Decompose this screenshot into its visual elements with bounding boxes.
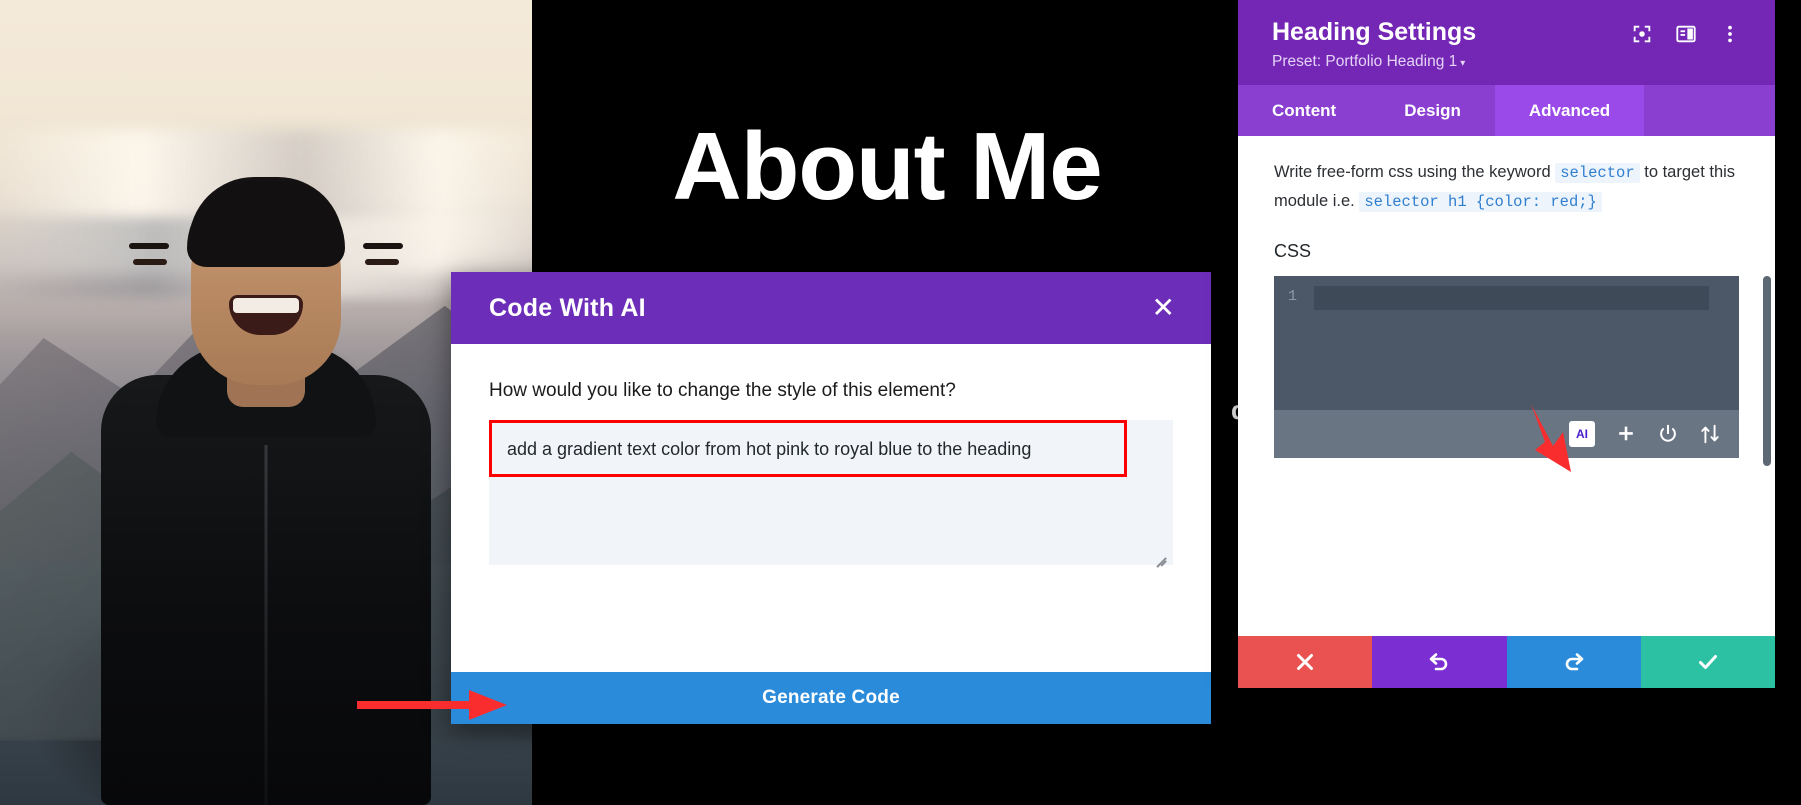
code-with-ai-modal: Code With AI ✕ How would you like to cha… (451, 272, 1211, 724)
css-code-area[interactable]: 1 (1274, 276, 1739, 410)
discard-button[interactable] (1238, 636, 1373, 688)
panel-header-actions (1631, 18, 1741, 45)
preset-selector[interactable]: Preset: Portfolio Heading 1 ▾ (1272, 53, 1741, 71)
preset-label: Preset: Portfolio Heading 1 (1272, 53, 1458, 70)
redo-button[interactable] (1506, 636, 1641, 688)
page-heading: About Me (672, 113, 1102, 220)
tab-content[interactable]: Content (1238, 85, 1370, 136)
photo-person-eye-left (133, 259, 167, 265)
arrow-to-generate-code (357, 690, 507, 720)
focus-module-icon[interactable] (1631, 23, 1653, 45)
help-text-part-1: Write free-form css using the keyword (1274, 163, 1551, 181)
close-icon (1297, 654, 1314, 670)
custom-css-help-text: Write free-form css using the keyword se… (1274, 158, 1739, 215)
panel-content: Write free-form css using the keyword se… (1238, 136, 1775, 636)
panel-tabs: Content Design Advanced (1238, 85, 1775, 136)
css-field-label: CSS (1274, 241, 1312, 262)
photo-person-zipper (264, 445, 268, 805)
ai-prompt-input[interactable] (489, 420, 1173, 565)
tab-design[interactable]: Design (1370, 85, 1495, 136)
help-code-chip-2: selector h1 {color: red;} (1359, 191, 1602, 212)
chevron-down-icon: ▾ (1460, 58, 1466, 69)
panel-header: Heading Settings Preset: Portfolio Headi… (1238, 0, 1775, 85)
photo-person-brow-right (363, 243, 403, 249)
heading-settings-panel: Heading Settings Preset: Portfolio Headi… (1238, 0, 1775, 688)
code-active-line (1314, 286, 1709, 311)
panel-scrollbar[interactable] (1763, 276, 1771, 466)
undo-icon (1430, 653, 1448, 671)
more-options-icon[interactable] (1719, 23, 1741, 45)
redo-icon (1565, 653, 1583, 671)
add-line-icon[interactable] (1615, 423, 1637, 445)
modal-body: How would you like to change the style o… (451, 344, 1211, 672)
help-code-chip-1: selector (1555, 163, 1640, 183)
modal-header: Code With AI ✕ (451, 272, 1211, 344)
power-toggle-icon[interactable] (1657, 423, 1679, 445)
modal-title: Code With AI (489, 293, 646, 322)
generate-code-button[interactable]: Generate Code (451, 672, 1211, 724)
save-button[interactable] (1640, 636, 1775, 688)
arrow-to-ai-button (1531, 404, 1571, 472)
editor-toolbar: AI (1274, 410, 1739, 459)
line-number: 1 (1288, 288, 1298, 306)
photo-person-brow-left (129, 243, 169, 249)
prompt-field-wrapper (489, 420, 1173, 570)
css-code-editor[interactable]: 1 AI (1274, 276, 1739, 459)
modal-question: How would you like to change the style o… (489, 380, 956, 401)
check-icon (1698, 655, 1717, 669)
panel-action-bar (1238, 636, 1775, 688)
undo-button[interactable] (1372, 636, 1507, 688)
layout-panel-icon[interactable] (1675, 23, 1697, 45)
screen: About Me ivi er d b Code With AI ✕ How w… (0, 0, 1801, 805)
panel-title: Heading Settings (1272, 18, 1477, 46)
close-icon[interactable]: ✕ (1152, 294, 1175, 322)
reorder-icon[interactable] (1699, 423, 1721, 445)
tab-advanced[interactable]: Advanced (1494, 85, 1645, 136)
photo-person-eye-right (365, 259, 399, 265)
